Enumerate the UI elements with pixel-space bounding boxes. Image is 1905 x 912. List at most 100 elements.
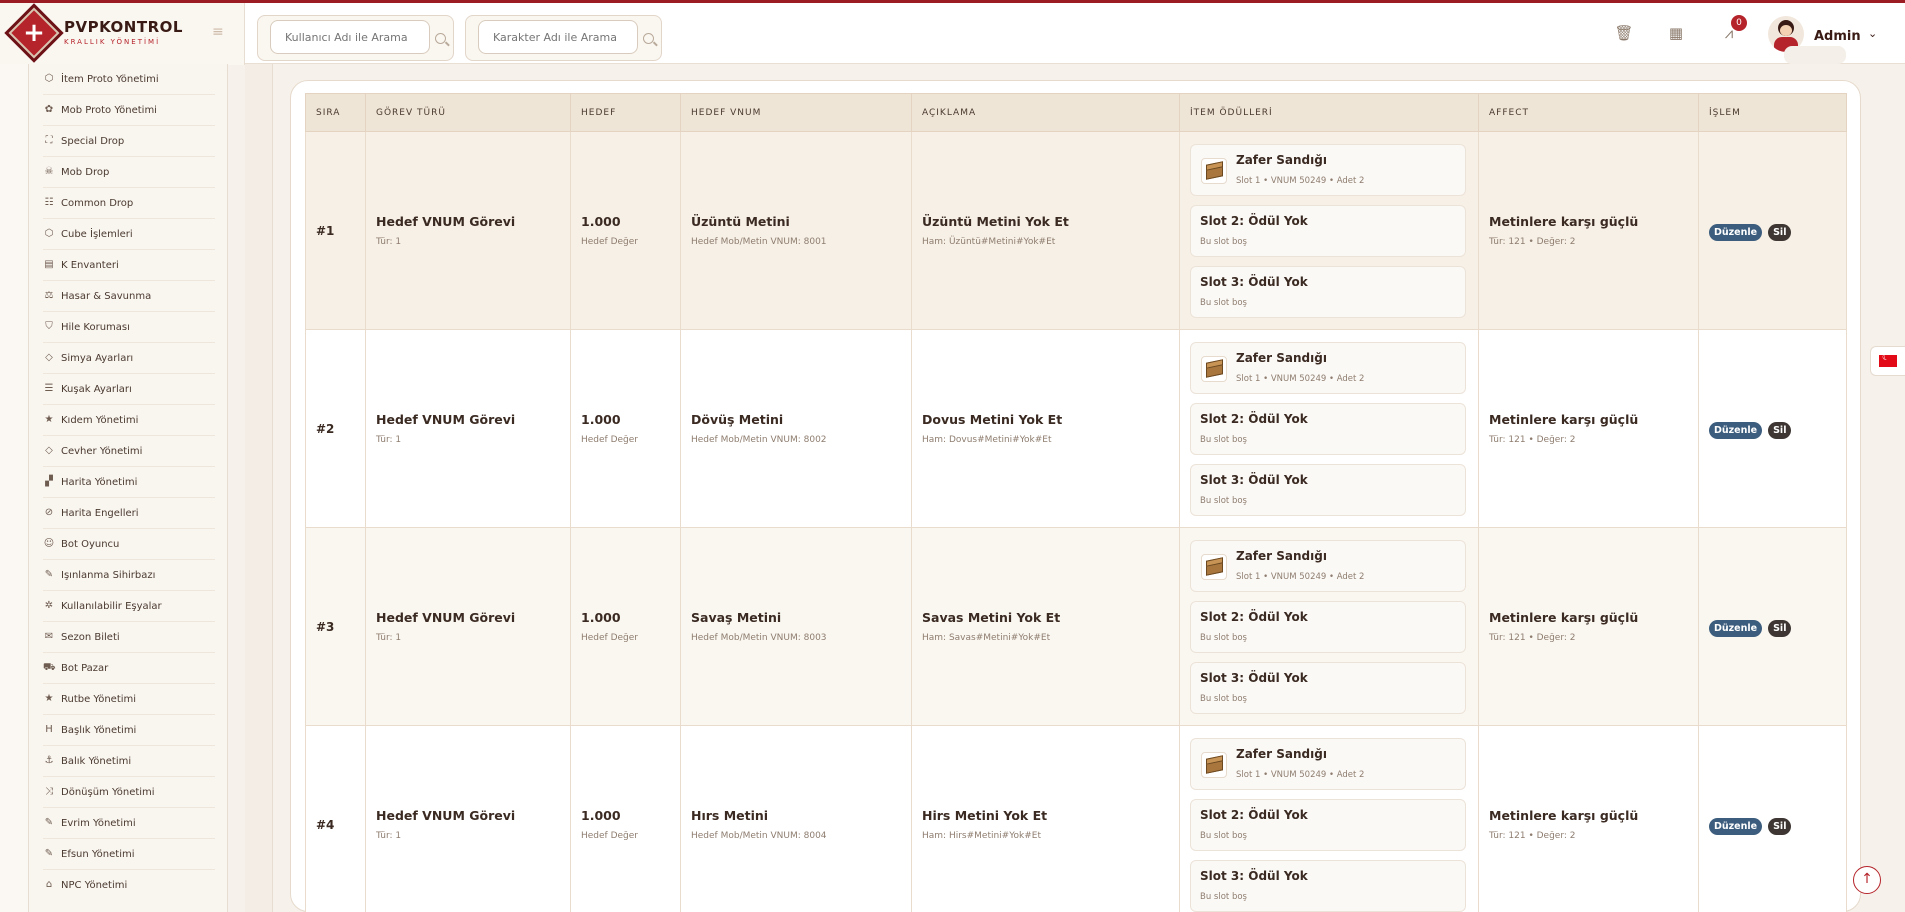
quest-type-sub: Tür: 1 — [376, 633, 402, 643]
sidebar-item[interactable]: ✎ Işınlanma Sihirbazı — [43, 565, 156, 585]
sidebar-item[interactable]: ✿ Mob Proto Yönetimi — [43, 100, 157, 120]
reward-meta: Bu slot boş — [1200, 297, 1247, 308]
scroll-to-top-button[interactable]: ↑ — [1853, 866, 1881, 894]
reward-slots: Zafer Sandığı Slot 1 • VNUM 50249 • Adet … — [1190, 331, 1478, 527]
delete-button[interactable]: Sil — [1768, 422, 1792, 439]
search-icon[interactable] — [435, 33, 446, 44]
target-vnum-sub: Hedef Mob/Metin VNUM: 8003 — [691, 633, 827, 643]
sidebar-item[interactable]: ✲ Kullanılabilir Eşyalar — [43, 596, 162, 616]
sidebar-item[interactable]: ✎ Evrim Yönetimi — [43, 813, 136, 833]
item-rewards-cell: Zafer Sandığı Slot 1 • VNUM 50249 • Adet … — [1179, 725, 1479, 912]
sidebar-item[interactable]: ⬡ İtem Proto Yönetimi — [43, 69, 159, 89]
quest-table: SIRA GÖREV TÜRÜ HEDEF HEDEF VNUM AÇIKLAMA İTE… — [305, 93, 1847, 912]
paw-icon: ✿ — [44, 104, 54, 115]
description-sub: Ham: Üzüntü#Metini#Yok#Et — [922, 237, 1056, 247]
reward-name: Zafer Sandığı — [1236, 350, 1327, 365]
trash-icon[interactable]: 🗑 — [1614, 23, 1634, 43]
sidebar-item[interactable]: ☷ Common Drop — [43, 193, 134, 213]
shield-icon: ⛉ — [45, 321, 53, 332]
sidebar-item[interactable]: ⛉ Hile Koruması — [43, 317, 130, 337]
sidebar-item[interactable]: ☺ Bot Oyuncu — [43, 534, 120, 554]
sidebar-item[interactable]: ▤ K Envanteri — [43, 255, 118, 275]
treasure-chest-icon — [1201, 553, 1227, 580]
reward-name: Zafer Sandığı — [1236, 746, 1327, 761]
sidebar-item-label: Harita Yönetimi — [61, 476, 138, 488]
edit-button[interactable]: Düzenle — [1709, 422, 1763, 439]
target-vnum: Üzüntü Metini — [691, 214, 790, 229]
sidebar-item[interactable]: ★ Kıdem Yönetimi — [43, 410, 139, 430]
reward-name: Zafer Sandığı — [1236, 548, 1327, 563]
quest-type-sub: Tür: 1 — [376, 237, 402, 247]
notification-badge: 0 — [1731, 15, 1747, 31]
delete-button[interactable]: Sil — [1768, 620, 1792, 637]
hamburger-icon[interactable]: ≡ — [212, 25, 228, 39]
sidebar-item-label: Bot Pazar — [61, 662, 109, 674]
char-search-box — [465, 15, 662, 61]
reward-meta: Slot 1 • VNUM 50249 • Adet 2 — [1236, 571, 1365, 582]
user-search-input[interactable] — [270, 20, 430, 54]
edit-button[interactable]: Düzenle — [1709, 818, 1763, 835]
sidebar-item-label: Simya Ayarları — [61, 352, 134, 364]
chevron-down-icon[interactable]: ⌄ — [1868, 27, 1877, 40]
reward-meta: Bu slot boş — [1200, 495, 1247, 506]
column-header: HEDEF — [570, 93, 681, 132]
calendar-icon[interactable]: ▦ — [1666, 23, 1686, 43]
divider — [43, 280, 215, 281]
search-icon[interactable] — [643, 33, 654, 44]
affect: Metinlere karşı güçlü — [1489, 412, 1639, 427]
item-rewards-cell: Zafer Sandığı Slot 1 • VNUM 50249 • Adet … — [1179, 131, 1479, 330]
sidebar-item[interactable]: ◇ Cevher Yönetimi — [43, 441, 142, 461]
edit-button[interactable]: Düzenle — [1709, 620, 1763, 637]
sidebar-item[interactable]: ☰ Kuşak Ayarları — [43, 379, 132, 399]
target-value: 1.000 — [581, 412, 621, 427]
sidebar-item[interactable]: ◇ Simya Ayarları — [43, 348, 133, 368]
wand-icon: ✎ — [44, 569, 54, 580]
quest-type-cell: Hedef VNUM Görevi Tür: 1 — [365, 131, 571, 330]
reward-slot-empty: Slot 2: Ödül Yok Bu slot boş — [1190, 204, 1466, 257]
treasure-chest-icon — [1201, 751, 1227, 778]
cogs-icon: ✲ — [44, 600, 54, 611]
row-number-cell: #4 — [305, 725, 366, 912]
sidebar-item[interactable]: ⚖ Hasar & Savunma — [43, 286, 152, 306]
char-search-input[interactable] — [478, 20, 638, 54]
column-header: İŞLEM — [1698, 93, 1847, 132]
cube-icon: ⬡ — [44, 228, 54, 239]
brand[interactable]: + PVPKONTROL KRALLIK YÖNETİMİ ≡ — [0, 3, 245, 65]
affect-cell: Metinlere karşı güçlü Tür: 121 • Değer: 2 — [1478, 725, 1699, 912]
divider — [43, 435, 215, 436]
sidebar-item[interactable]: ☠ Mob Drop — [43, 162, 110, 182]
sidebar-item[interactable]: H Başlık Yönetimi — [43, 720, 136, 740]
table-row: #1 Hedef VNUM Görevi Tür: 1 1.000 Hedef Değe… — [305, 131, 1847, 330]
item-rewards-cell: Zafer Sandığı Slot 1 • VNUM 50249 • Adet … — [1179, 329, 1479, 528]
divider — [43, 621, 215, 622]
sidebar-item[interactable]: ⬡ Cube İşlemleri — [43, 224, 133, 244]
sidebar-item[interactable]: ⤨ Dönüşüm Yönetimi — [43, 782, 155, 802]
sidebar-item[interactable]: ⊘ Harita Engelleri — [43, 503, 139, 523]
description: Hirs Metini Yok Et — [922, 808, 1048, 823]
target-value: 1.000 — [581, 214, 621, 229]
delete-button[interactable]: Sil — [1768, 818, 1792, 835]
sidebar-item[interactable]: ✎ Efsun Yönetimi — [43, 844, 135, 864]
sidebar-item-label: Bot Oyuncu — [61, 538, 120, 550]
sidebar-item[interactable]: ⌂ NPC Yönetimi — [43, 875, 127, 895]
sidebar-rail — [0, 64, 28, 912]
sidebar-item[interactable]: ✉ Sezon Bileti — [43, 627, 120, 647]
cube-icon: ⬡ — [44, 73, 54, 84]
ghost-button[interactable] — [1784, 46, 1846, 64]
delete-button[interactable]: Sil — [1768, 224, 1792, 241]
star-icon: ★ — [44, 693, 54, 704]
admin-name[interactable]: Admin — [1814, 29, 1861, 44]
sidebar-item[interactable]: ⛶ Special Drop — [43, 131, 125, 151]
sidebar-item[interactable]: ▞ Harita Yönetimi — [43, 472, 137, 492]
edit-button[interactable]: Düzenle — [1709, 224, 1763, 241]
reward-meta: Slot 1 • VNUM 50249 • Adet 2 — [1236, 175, 1365, 186]
sidebar-item[interactable]: ⛟ Bot Pazar — [43, 658, 108, 678]
divider — [43, 590, 215, 591]
language-flag-icon[interactable] — [1870, 346, 1905, 376]
sidebar-item[interactable]: ⚓ Balık Yönetimi — [43, 751, 132, 771]
target-value-sub: Hedef Değer — [581, 633, 639, 643]
divider — [43, 125, 215, 126]
sidebar-item[interactable]: ★ Rutbe Yönetimi — [43, 689, 137, 709]
quest-type-sub: Tür: 1 — [376, 435, 402, 445]
reward-slot-empty: Slot 2: Ödül Yok Bu slot boş — [1190, 798, 1466, 851]
